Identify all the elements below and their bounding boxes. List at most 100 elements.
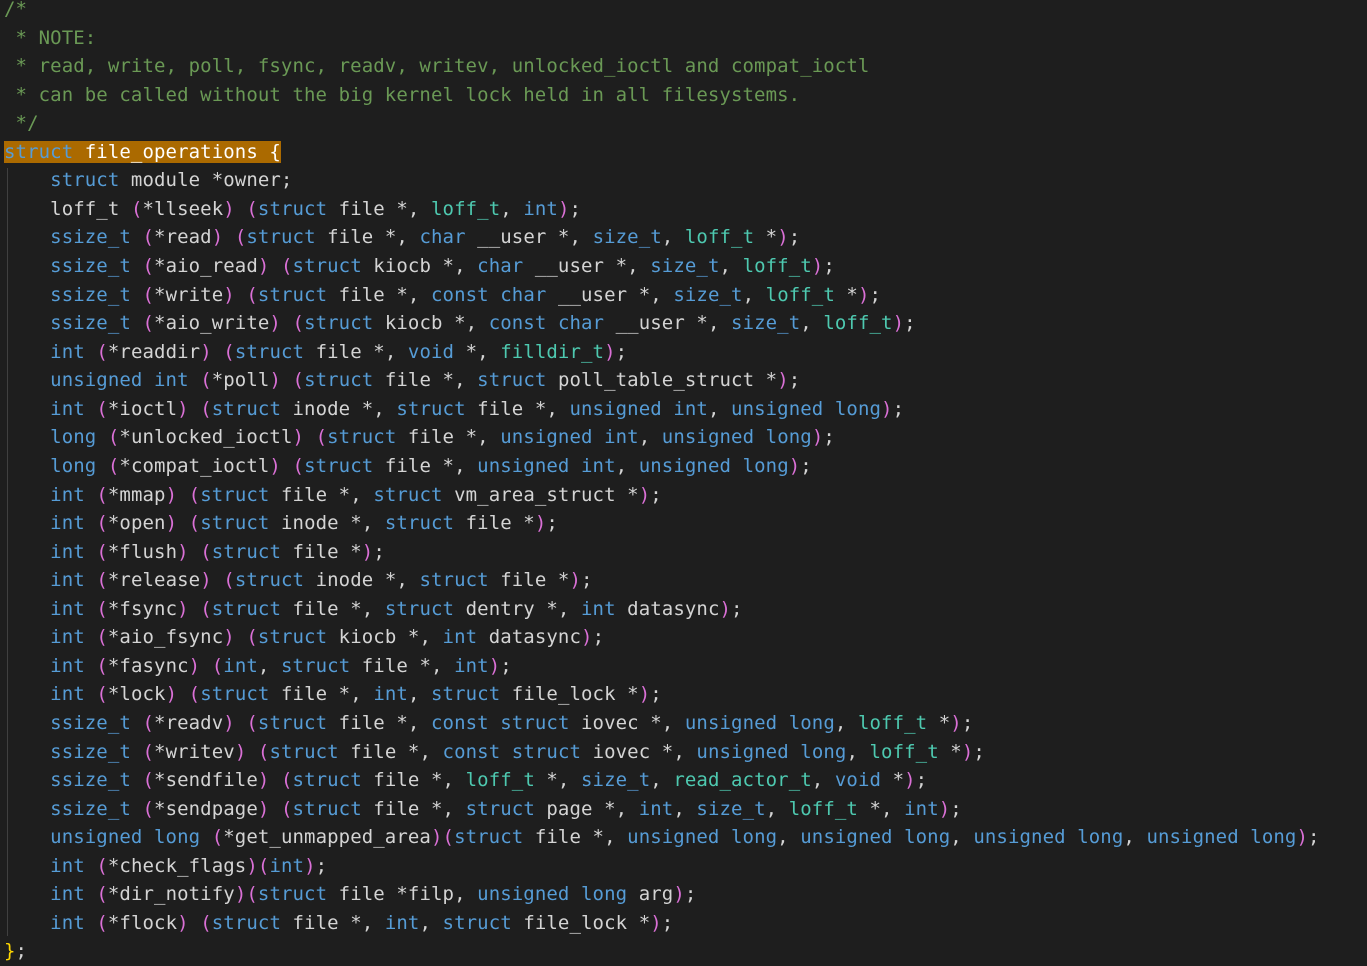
code-token: ( bbox=[280, 797, 293, 820]
code-line[interactable]: int (*release) (struct inode *, struct f… bbox=[4, 566, 593, 594]
code-line[interactable]: struct file_operations { bbox=[4, 138, 281, 166]
code-token: *sendpage bbox=[154, 797, 258, 820]
code-token: int bbox=[50, 397, 85, 420]
code-token: ) bbox=[257, 769, 270, 792]
code-token: ; bbox=[615, 340, 628, 363]
code-line[interactable]: */ bbox=[4, 109, 39, 137]
code-token: ) bbox=[200, 340, 212, 363]
code-line[interactable]: * can be called without the big kernel l… bbox=[4, 81, 801, 109]
code-line[interactable]: struct module *owner; bbox=[4, 166, 292, 194]
code-line[interactable]: loff_t (*llseek) (struct file *, loff_t,… bbox=[4, 195, 581, 223]
code-line[interactable]: ssize_t (*aio_read) (struct kiocb *, cha… bbox=[4, 252, 835, 280]
code-token: ) bbox=[488, 654, 501, 677]
code-token: struct bbox=[211, 540, 281, 563]
code-token: loff_t bbox=[684, 226, 755, 249]
code-token: ) bbox=[569, 569, 582, 592]
code-line[interactable]: int (*fasync) (int, struct file *, int); bbox=[4, 652, 512, 680]
code-line[interactable]: * NOTE: bbox=[4, 24, 97, 52]
code-token: ( bbox=[257, 740, 270, 763]
code-token: , bbox=[950, 826, 974, 849]
code-token: ( bbox=[211, 826, 224, 849]
code-token: file *, bbox=[350, 654, 455, 677]
code-line[interactable]: ssize_t (*writev) (struct file *, const … bbox=[4, 738, 985, 766]
code-token: ) bbox=[304, 854, 316, 877]
code-token: inode *, bbox=[280, 397, 397, 420]
code-token: struct bbox=[454, 826, 524, 849]
code-token: ( bbox=[246, 883, 258, 906]
code-token: file * bbox=[280, 540, 362, 563]
code-line[interactable]: int (*fsync) (struct file *, struct dent… bbox=[4, 595, 743, 623]
code-token: * bbox=[754, 226, 778, 249]
code-token: ) bbox=[269, 312, 281, 335]
code-token: , bbox=[650, 769, 674, 792]
code-line[interactable]: int (*open) (struct inode *, struct file… bbox=[4, 509, 558, 537]
code-token: ) bbox=[557, 197, 570, 220]
code-token: long bbox=[788, 712, 835, 734]
code-token: , bbox=[846, 740, 870, 763]
code-token: ( bbox=[292, 312, 305, 335]
code-line[interactable]: int (*flush) (struct file *); bbox=[4, 538, 385, 566]
code-token: ) bbox=[361, 540, 374, 563]
code-line[interactable]: int (*lock) (struct file *, int, struct … bbox=[4, 680, 662, 708]
code-token: ) bbox=[788, 454, 801, 477]
code-token: unsigned bbox=[477, 454, 570, 477]
code-line[interactable]: ssize_t (*read) (struct file *, char __u… bbox=[4, 223, 800, 251]
code-token: poll_table_struct * bbox=[546, 369, 778, 392]
code-token: ; bbox=[661, 911, 674, 934]
code-token: ) bbox=[223, 626, 235, 649]
code-line[interactable]: ssize_t (*aio_write) (struct kiocb *, co… bbox=[4, 309, 916, 337]
code-token: __user *, bbox=[604, 312, 732, 335]
code-line[interactable]: int (*dir_notify)(struct file *filp, uns… bbox=[4, 880, 696, 908]
code-token: ) bbox=[246, 854, 258, 877]
code-line[interactable]: unsigned long (*get_unmapped_area)(struc… bbox=[4, 823, 1320, 851]
code-line[interactable]: int (*flock) (struct file *, int, struct… bbox=[4, 909, 673, 937]
code-token: ) bbox=[188, 654, 201, 677]
code-line[interactable]: int (*ioctl) (struct inode *, struct fil… bbox=[4, 395, 904, 423]
code-token: ; bbox=[569, 197, 582, 220]
code-token: inode *, bbox=[269, 512, 385, 535]
code-token: struct bbox=[431, 683, 501, 706]
code-line[interactable]: int (*check_flags)(int); bbox=[4, 852, 327, 880]
code-token: *flush bbox=[107, 540, 178, 563]
code-editor[interactable]: /* * NOTE: * read, write, poll, fsync, r… bbox=[0, 0, 1367, 966]
code-line[interactable]: unsigned int (*poll) (struct file *, str… bbox=[4, 366, 800, 394]
code-token: const bbox=[488, 312, 547, 335]
code-line[interactable]: /* bbox=[4, 0, 27, 23]
code-line[interactable]: }; bbox=[4, 937, 27, 965]
code-token: long bbox=[731, 826, 778, 849]
code-token: size_t bbox=[731, 312, 801, 335]
code-line[interactable]: long (*compat_ioctl) (struct file *, uns… bbox=[4, 452, 812, 480]
code-line[interactable]: int (*mmap) (struct file *, struct vm_ar… bbox=[4, 481, 662, 509]
code-line[interactable]: int (*readdir) (struct file *, void *, f… bbox=[4, 338, 627, 366]
code-token: file *, bbox=[338, 740, 443, 763]
code-line[interactable]: ssize_t (*write) (struct file *, const c… bbox=[4, 281, 881, 309]
code-line[interactable]: long (*unlocked_ioctl) (struct file *, u… bbox=[4, 423, 835, 451]
code-line[interactable]: ssize_t (*readv) (struct file *, const s… bbox=[4, 709, 973, 737]
code-line[interactable]: * read, write, poll, fsync, readv, write… bbox=[4, 52, 870, 80]
code-token: struct bbox=[304, 312, 374, 335]
code-line[interactable]: int (*aio_fsync) (struct kiocb *, int da… bbox=[4, 623, 604, 651]
code-token: ( bbox=[200, 540, 212, 563]
code-token: , bbox=[719, 255, 743, 278]
code-line[interactable]: ssize_t (*sendpage) (struct file *, stru… bbox=[4, 795, 962, 823]
code-token: unsigned bbox=[50, 826, 143, 849]
code-line[interactable]: ssize_t (*sendfile) (struct file *, loff… bbox=[4, 766, 927, 794]
code-token: file *, bbox=[269, 483, 374, 506]
